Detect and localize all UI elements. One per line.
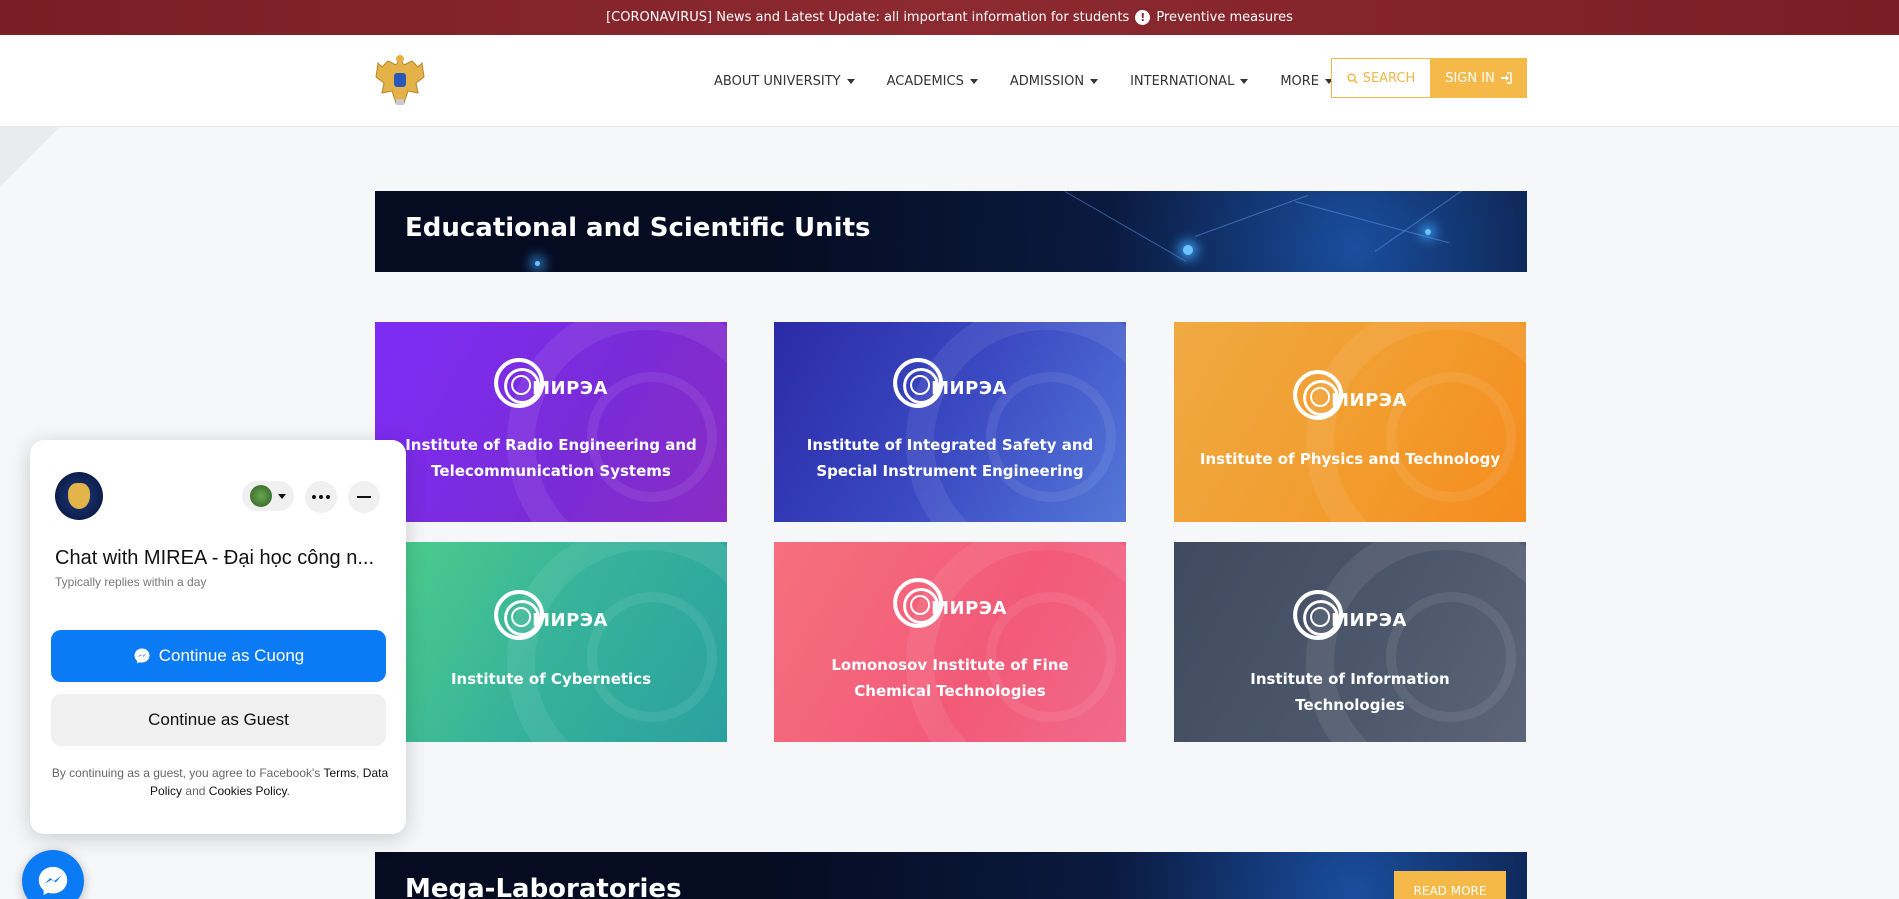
unit-card-integrated-safety[interactable]: МИРЭА Institute of Integrated Safety and…: [774, 322, 1126, 522]
network-line: [1194, 194, 1308, 237]
nav-academics[interactable]: ACADEMICS: [887, 74, 978, 89]
nav-about-university[interactable]: ABOUT UNIVERSITY: [714, 74, 855, 89]
messenger-icon: [38, 866, 68, 896]
mirea-logo: МИРЭА: [1293, 370, 1407, 420]
info-icon: !: [1135, 10, 1151, 25]
legal-notice: By continuing as a guest, you agree to F…: [51, 766, 389, 798]
nav-admission[interactable]: ADMISSION: [1010, 74, 1099, 89]
unit-card-fine-chemical[interactable]: МИРЭА Lomonosov Institute of Fine Chemic…: [774, 542, 1126, 742]
search-button[interactable]: SEARCH: [1331, 58, 1431, 98]
read-more-button[interactable]: READ MORE: [1394, 871, 1506, 899]
cookies-policy-link[interactable]: Cookies Policy: [209, 784, 287, 798]
continue-as-guest-button[interactable]: Continue as Guest: [51, 694, 386, 746]
nav-international[interactable]: INTERNATIONAL: [1130, 74, 1249, 89]
unit-card-title: Institute of Physics and Technology: [1199, 450, 1501, 468]
facebook-chat-widget: Chat with MIREA - Đại học công n... Typi…: [30, 440, 406, 834]
mirea-logo: МИРЭА: [494, 358, 608, 408]
more-options-button[interactable]: [305, 481, 337, 513]
network-line: [1064, 191, 1187, 262]
covid-alert-bar[interactable]: [CORONAVIRUS] News and Latest Update: al…: [0, 0, 1899, 35]
unit-card-title: Institute of Information Technologies: [1250, 670, 1450, 714]
network-node: [535, 261, 540, 266]
profile-switcher[interactable]: [242, 481, 294, 511]
unit-card-title: Institute of Integrated Safety and Speci…: [806, 436, 1094, 480]
search-icon: [1347, 72, 1358, 84]
alert-text: [CORONAVIRUS] News and Latest Update: al…: [606, 10, 1130, 25]
site-header: ABOUT UNIVERSITY ACADEMICS ADMISSION INT…: [0, 35, 1899, 127]
minimize-button[interactable]: [348, 481, 380, 513]
unit-card-title: Institute of Cybernetics: [450, 670, 652, 688]
messenger-chat-button[interactable]: [22, 850, 84, 899]
minimize-icon: [357, 496, 371, 498]
user-avatar: [250, 485, 272, 507]
caret-down-icon: [969, 78, 978, 84]
mirea-logo: МИРЭА: [494, 590, 608, 640]
main-nav: ABOUT UNIVERSITY ACADEMICS ADMISSION INT…: [714, 35, 1334, 127]
unit-card-information-technologies[interactable]: МИРЭА Institute of Information Technolog…: [1174, 542, 1526, 742]
unit-card-radio-engineering[interactable]: МИРЭА Institute of Radio Engineering and…: [375, 322, 727, 522]
page-avatar: [55, 472, 103, 520]
reply-time: Typically replies within a day: [55, 575, 207, 589]
section-banner-units: Educational and Scientific Units: [375, 191, 1527, 272]
nav-more[interactable]: MORE: [1280, 74, 1334, 89]
caret-down-icon: [278, 493, 286, 499]
terms-link[interactable]: Terms: [323, 766, 356, 780]
chat-title: Chat with MIREA - Đại học công n...: [55, 547, 375, 569]
network-line: [1374, 191, 1499, 252]
sign-in-icon: [1500, 72, 1512, 84]
sign-in-button[interactable]: SIGN IN: [1430, 58, 1527, 98]
caret-down-icon: [846, 78, 855, 84]
messenger-icon: [134, 648, 150, 664]
unit-card-title: Institute of Radio Engineering and Telec…: [405, 436, 697, 480]
network-node: [1183, 245, 1193, 255]
university-logo[interactable]: [374, 53, 426, 109]
network-node: [1425, 229, 1431, 235]
alert-link[interactable]: Preventive measures: [1156, 10, 1293, 25]
unit-card-title: Lomonosov Institute of Fine Chemical Tec…: [831, 656, 1069, 700]
section-title-mega-labs: Mega-Laboratories: [405, 874, 682, 899]
mirea-logo: МИРЭА: [893, 358, 1007, 408]
more-icon: [312, 495, 330, 499]
caret-down-icon: [1090, 78, 1099, 84]
caret-down-icon: [1240, 78, 1249, 84]
mirea-logo: МИРЭА: [1293, 590, 1407, 640]
decorative-corner: [0, 127, 60, 187]
continue-as-user-button[interactable]: Continue as Cuong: [51, 630, 386, 682]
unit-card-physics-technology[interactable]: МИРЭА Institute of Physics and Technolog…: [1174, 322, 1526, 522]
unit-card-cybernetics[interactable]: МИРЭА Institute of Cybernetics: [375, 542, 727, 742]
section-banner-mega-labs: Mega-Laboratories: [375, 852, 1527, 899]
network-line: [1294, 201, 1450, 244]
mirea-logo: МИРЭА: [893, 578, 1007, 628]
section-title-units: Educational and Scientific Units: [405, 213, 871, 243]
